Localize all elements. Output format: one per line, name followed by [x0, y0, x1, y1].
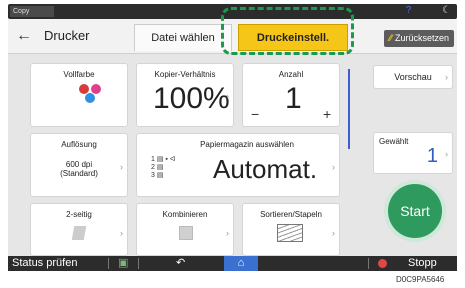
status-check-button[interactable]: Status prüfen [12, 256, 77, 271]
resolution-tile[interactable]: Auflösung 600 dpi (Standard) › [30, 133, 128, 197]
chevron-right-icon: › [332, 228, 335, 238]
preview-button[interactable]: Vorschau › [373, 65, 453, 89]
sort-stack-icon [277, 224, 303, 242]
chevron-right-icon: › [120, 228, 123, 238]
color-dots-icon [79, 84, 105, 104]
paper-tray-icon: 1 ▤ ▪ ᐊ 2 ▤ 3 ▤ [151, 156, 176, 179]
combine-icon [179, 226, 193, 240]
moon-icon[interactable]: ☾ [442, 5, 451, 16]
page-title: Drucker [44, 28, 90, 43]
color-mode-label: Vollfarbe [63, 70, 95, 79]
sort-tile[interactable]: Sortieren/Stapeln › [242, 203, 340, 256]
stop-button[interactable]: Stopp [408, 256, 437, 271]
reset-button[interactable]: ⁄⁄ Zurücksetzen [384, 30, 454, 47]
chevron-right-icon: › [445, 72, 448, 82]
reset-label: Zurücksetzen [394, 33, 450, 43]
selected-label: Gewählt [379, 137, 409, 146]
stop-icon [378, 259, 387, 268]
back-arrow-icon[interactable]: ← [16, 27, 32, 45]
combine-tile[interactable]: Kombinieren › [136, 203, 234, 256]
mode-label: Copy [10, 6, 54, 17]
chevron-right-icon: › [226, 228, 229, 238]
duplex-icon [71, 226, 87, 240]
scroll-indicator [348, 69, 350, 149]
color-mode-tile[interactable]: Vollfarbe [30, 63, 128, 127]
sort-label: Sortieren/Stapeln [260, 210, 322, 219]
paper-tray-label: Papiermagazin auswählen [200, 140, 294, 149]
reset-icon: ⁄⁄ [388, 33, 392, 43]
selected-count: 1 [426, 145, 438, 167]
printer-status-icon[interactable]: ▣ [118, 256, 128, 271]
quantity-plus-button[interactable]: + [323, 106, 331, 122]
home-icon[interactable]: ⌂ [224, 256, 258, 271]
resolution-value: 600 dpi (Standard) [60, 160, 98, 178]
highlight-frame [221, 7, 354, 55]
quantity-minus-button[interactable]: − [251, 106, 259, 122]
quantity-value: 1 [285, 82, 302, 115]
preview-label: Vorschau [394, 72, 432, 82]
bottom-bar: Status prüfen ▣ ↶ ⌂ Stopp [8, 256, 457, 271]
ratio-tile[interactable]: Kopier-Verhältnis 100% › [136, 63, 234, 127]
selected-button[interactable]: Gewählt 1 › [373, 132, 453, 174]
tab-select-file[interactable]: Datei wählen [134, 24, 232, 51]
start-button[interactable]: Start [388, 184, 442, 238]
return-icon[interactable]: ↶ [176, 256, 185, 271]
duplex-label: 2-seitig [66, 210, 92, 219]
duplex-tile[interactable]: 2-seitig › [30, 203, 128, 256]
resolution-label: Auflösung [61, 140, 97, 149]
question-icon[interactable]: ? [406, 5, 412, 16]
chevron-right-icon: › [226, 91, 229, 101]
combine-label: Kombinieren [162, 210, 208, 219]
paper-tray-value: Automat. [213, 154, 318, 184]
paper-tray-tile[interactable]: Papiermagazin auswählen 1 ▤ ▪ ᐊ 2 ▤ 3 ▤ … [136, 133, 340, 197]
chevron-right-icon: › [445, 149, 448, 159]
figure-code: D0C9PA5646 [396, 275, 445, 284]
ratio-value: 100% [153, 82, 230, 115]
chevron-right-icon: › [120, 162, 123, 172]
chevron-right-icon: › [332, 162, 335, 172]
ratio-label: Kopier-Verhältnis [154, 70, 216, 79]
printer-screen: ← Drucker Datei wählen Druckeinstell. ⁄⁄… [8, 7, 457, 256]
quantity-label: Anzahl [278, 70, 304, 79]
quantity-tile: Anzahl 1 − + [242, 63, 340, 127]
